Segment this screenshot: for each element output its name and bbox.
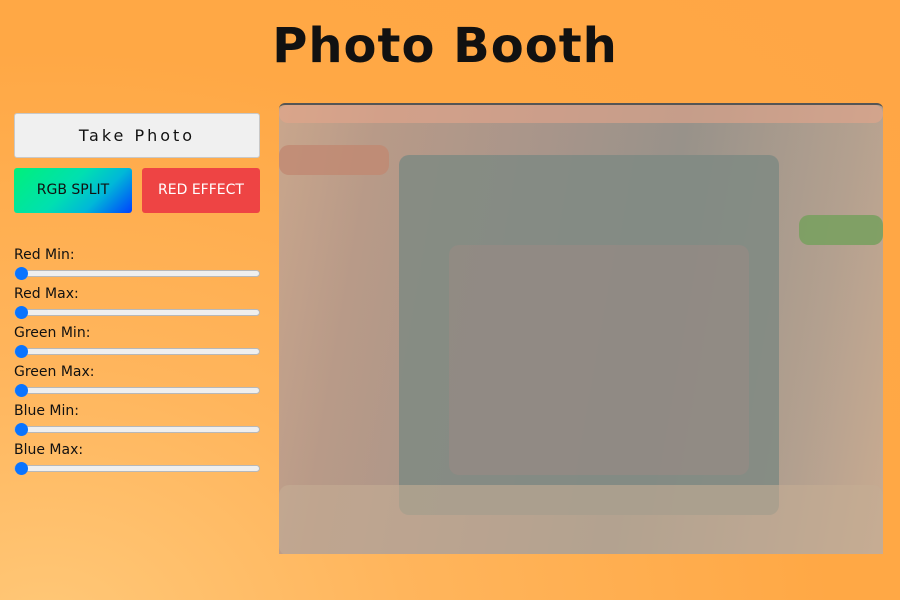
slider-rail [14,465,260,472]
red-max-slider-group: Red Max: [14,285,260,324]
camera-canvas [279,103,883,554]
slider-thumb[interactable] [15,345,28,358]
red-max-label: Red Max: [14,286,79,302]
red-min-slider[interactable] [14,264,260,285]
green-max-slider[interactable] [14,381,260,402]
red-effect-button[interactable]: RED EFFECT [142,168,260,213]
slider-rail [14,426,260,433]
page-title: Photo Booth [272,18,618,74]
blue-max-label: Blue Max: [14,442,84,458]
blue-min-label: Blue Min: [14,403,79,419]
blue-min-slider-group: Blue Min: [14,402,260,441]
effect-buttons: RGB SPLIT RED EFFECT [14,168,260,213]
take-photo-button[interactable]: Take Photo [14,113,260,158]
rgb-split-button[interactable]: RGB SPLIT [14,168,132,213]
slider-rail [14,270,260,277]
blue-max-slider-group: Blue Max: [14,441,260,480]
green-min-slider-group: Green Min: [14,324,260,363]
slider-thumb[interactable] [15,423,28,436]
blue-max-slider[interactable] [14,459,260,480]
blur-region [449,245,749,475]
red-max-slider[interactable] [14,303,260,324]
rgb-sliders: Red Min: Red Max: Green Min: Green Max: … [14,246,260,480]
slider-thumb[interactable] [15,306,28,319]
red-min-label: Red Min: [14,247,75,263]
blue-min-slider[interactable] [14,420,260,441]
slider-thumb[interactable] [15,462,28,475]
slider-thumb[interactable] [15,384,28,397]
slider-rail [14,309,260,316]
controls-panel: Take Photo RGB SPLIT RED EFFECT Red Min:… [14,113,260,480]
red-min-slider-group: Red Min: [14,246,260,285]
blur-region [799,215,883,245]
slider-rail [14,348,260,355]
green-min-slider[interactable] [14,342,260,363]
green-max-slider-group: Green Max: [14,363,260,402]
slider-rail [14,387,260,394]
blur-region [279,105,883,123]
blur-region [279,145,389,175]
green-max-label: Green Max: [14,364,95,380]
green-min-label: Green Min: [14,325,91,341]
slider-thumb[interactable] [15,267,28,280]
blur-region [279,485,883,554]
